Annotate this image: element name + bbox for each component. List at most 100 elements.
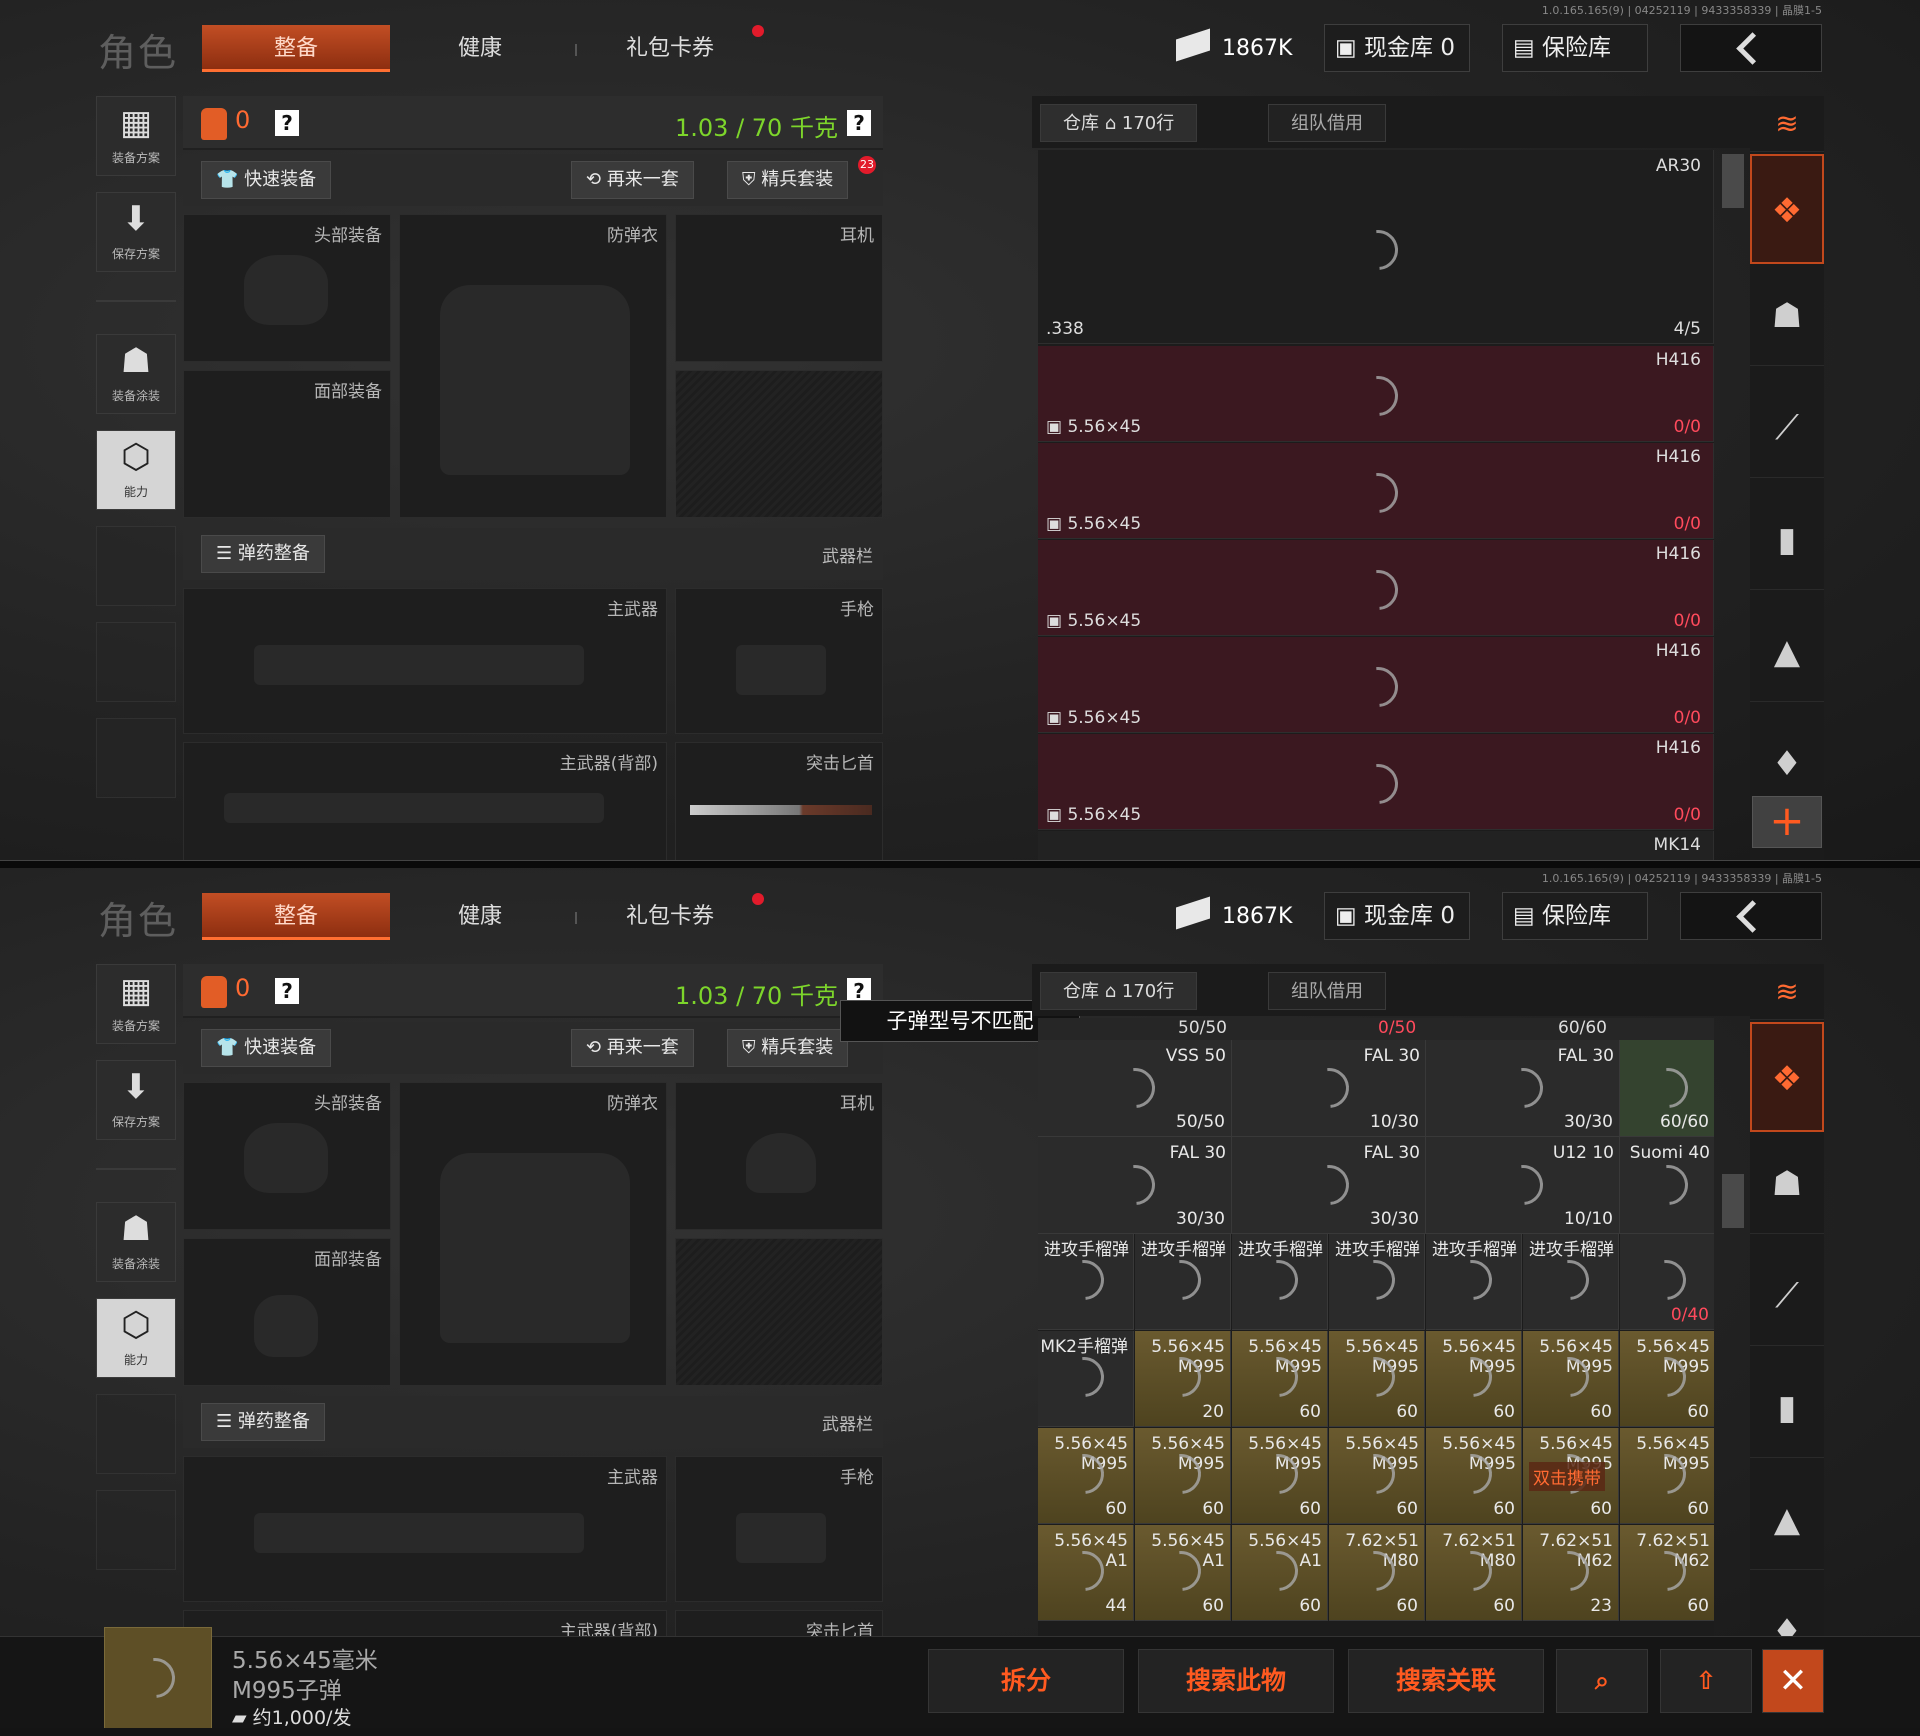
ammo-item[interactable]: 7.62×51 M80 60 [1426,1525,1522,1621]
insurance-button[interactable]: ▤ 保险库 [1502,24,1648,72]
weapon-item[interactable]: FAL 30 30/30 [1038,1137,1232,1234]
item-h416[interactable]: H416 ▣ 5.56×45 0/0 [1038,734,1714,830]
again-button[interactable]: ⟲ 再来一套 [571,161,694,199]
weight-help-button[interactable]: ? [847,110,871,136]
warehouse-tab[interactable]: 仓库 ⌂ 170行 [1040,972,1198,1010]
cash-vault-button[interactable]: ▣ 现金库 0 [1324,892,1470,940]
item-h416[interactable]: H416 ▣ 5.56×45 0/0 [1038,637,1714,733]
pistol-slot[interactable]: 手枪 [675,1456,883,1602]
item-h416[interactable]: H416 ▣ 5.56×45 0/0 [1038,540,1714,636]
ammo-item[interactable]: 5.56×45 A1 44 [1038,1525,1134,1621]
mk2-grenade-item[interactable]: MK2手榴弹 [1038,1331,1134,1427]
weapon-item[interactable]: FAL 30 30/30 [1232,1137,1426,1234]
ammo-item[interactable]: 5.56×45 M995 60 [1232,1428,1328,1524]
tab-health[interactable]: 健康 [430,893,530,940]
ability-button[interactable]: ⬡ 能力 [96,430,176,510]
weapon-item[interactable]: U12 10 10/10 [1426,1137,1620,1234]
primary-weapon-slot[interactable]: 主武器 [183,588,667,734]
search-related-button[interactable]: 搜索关联 [1348,1649,1544,1713]
ammo-item[interactable]: 5.56×45 M995 20 [1135,1331,1231,1427]
ammo-item[interactable]: 5.56×45 A1 60 [1135,1525,1231,1621]
ammo-item[interactable]: 5.56×45 A1 60 [1232,1525,1328,1621]
ammo-item[interactable]: 7.62×51 M62 23 [1523,1525,1619,1621]
tab-gift[interactable]: 礼包卡券 [610,893,730,940]
armor-slot[interactable]: 防弹衣 [399,1082,667,1386]
ammo-item[interactable]: 5.56×45 M995 60 [1038,1428,1134,1524]
ammo-item[interactable]: 7.62×51 M80 60 [1329,1525,1425,1621]
help-button[interactable]: ? [275,110,299,136]
ammo-item[interactable]: 5.56×45 M995 60 [1232,1331,1328,1427]
equip-plan-button[interactable]: ▦ 装备方案 [96,96,176,176]
ammo-item[interactable]: 5.56×45 M995 60 [1620,1428,1714,1524]
category-helmet-icon[interactable]: ☗ [1750,1134,1824,1234]
warehouse-tab[interactable]: 仓库 ⌂ 170行 [1040,104,1198,142]
ammo-item[interactable]: 5.56×45 M995 60 [1426,1331,1522,1427]
split-button[interactable]: 拆分 [928,1649,1124,1713]
primary-back-slot[interactable]: 主武器(背部) [183,1610,667,1636]
quick-equip-button[interactable]: 👕 快速装备 [201,161,332,199]
quick-equip-button[interactable]: 👕 快速装备 [201,1029,332,1067]
category-magazine-icon[interactable]: ▮ [1750,1358,1824,1458]
again-button[interactable]: ⟲ 再来一套 [571,1029,694,1067]
elite-button[interactable]: ⛨ 精兵套装 [727,161,849,199]
ammo-equip-button[interactable]: ☰ 弹药整备 [201,535,325,573]
tab-gift[interactable]: 礼包卡券 [610,25,730,72]
search-icon[interactable]: ⌕ [1556,1649,1648,1713]
category-all-icon[interactable]: ❖ [1750,154,1824,264]
weapon-item[interactable]: VSS 50 50/50 [1038,1040,1232,1137]
category-magazine-icon[interactable]: ▮ [1750,490,1824,590]
category-ammo-icon[interactable]: ▲ [1750,1470,1824,1570]
ammo-equip-button[interactable]: ☰ 弹药整备 [201,1403,325,1441]
head-slot[interactable]: 头部装备 [183,1082,391,1230]
help-button[interactable]: ? [275,978,299,1004]
ammo-item[interactable]: 5.56×45 M995 60 [1523,1331,1619,1427]
weapon-item[interactable]: FAL 30 10/30 [1232,1040,1426,1137]
grenade-item[interactable]: 进攻手榴弹 [1329,1234,1425,1330]
grenade-item[interactable]: 进攻手榴弹 [1523,1234,1619,1330]
ammo-item[interactable]: 7.62×51 M62 60 [1620,1525,1714,1621]
warehouse-grid[interactable]: 50/50 0/50 60/60 VSS 50 50/50 FAL 30 10/30 FAL … [1038,1018,1714,1636]
ammo-item[interactable]: 5.56×45 M99560双击携带 [1523,1428,1619,1524]
equip-plan-button[interactable]: ▦ 装备方案 [96,964,176,1044]
tab-equip[interactable]: 整备 [202,893,390,940]
save-plan-button[interactable]: ⬇ 保存方案 [96,1060,176,1140]
item-ar30[interactable]: AR30 .338 4/5 [1038,150,1714,344]
category-rifle-icon[interactable]: ⟋ [1750,1246,1824,1346]
dagger-slot[interactable]: 突击匕首 [675,742,883,860]
category-helmet-icon[interactable]: ☗ [1750,266,1824,366]
category-all-icon[interactable]: ❖ [1750,1022,1824,1132]
ammo-item[interactable]: 5.56×45 M995 60 [1426,1428,1522,1524]
ammo-item[interactable]: 5.56×45 M995 60 [1135,1428,1231,1524]
share-icon[interactable]: ⇧ [1660,1649,1752,1713]
category-ammo-icon[interactable]: ▲ [1750,602,1824,702]
back-button[interactable] [1680,24,1822,72]
add-button[interactable]: + [1752,796,1822,848]
paint-button[interactable]: ☗ 装备涂装 [96,1202,176,1282]
item-h416[interactable]: H416 ▣ 5.56×45 0/0 [1038,346,1714,442]
scrollbar[interactable] [1722,1174,1744,1228]
scrollbar[interactable] [1722,154,1744,208]
grenade-item[interactable]: 进攻手榴弹 [1135,1234,1231,1330]
sort-icon[interactable]: ≋ [1750,96,1824,152]
earphone-slot[interactable]: 耳机 [675,214,883,362]
primary-weapon-slot[interactable]: 主武器 [183,1456,667,1602]
warehouse-grid[interactable]: AR30 .338 4/5 H416 ▣ 5.56×45 0/0 H416 ▣ 5.56… [1038,150,1714,860]
weapon-item[interactable]: FAL 30 30/30 [1426,1040,1620,1137]
back-button[interactable] [1680,892,1822,940]
grenade-item[interactable]: 进攻手榴弹 [1426,1234,1522,1330]
paint-button[interactable]: ☗ 装备涂装 [96,334,176,414]
insurance-button[interactable]: ▤ 保险库 [1502,892,1648,940]
armor-slot[interactable]: 防弹衣 [399,214,667,518]
search-item-button[interactable]: 搜索此物 [1138,1649,1334,1713]
grenade-item[interactable]: 进攻手榴弹 [1232,1234,1328,1330]
category-armor-icon[interactable]: ♦ [1750,1582,1824,1636]
ability-button[interactable]: ⬡ 能力 [96,1298,176,1378]
grenade-item[interactable]: 进攻手榴弹 [1038,1234,1134,1330]
team-borrow-tab[interactable]: 组队借用 [1268,104,1386,142]
ammo-item[interactable]: 5.56×45 M995 60 [1329,1331,1425,1427]
close-icon[interactable]: ✕ [1762,1649,1824,1713]
face-slot[interactable]: 面部装备 [183,1238,391,1386]
primary-back-slot[interactable]: 主武器(背部) [183,742,667,860]
weapon-item[interactable]: 60/60 [1620,1040,1714,1137]
save-plan-button[interactable]: ⬇ 保存方案 [96,192,176,272]
